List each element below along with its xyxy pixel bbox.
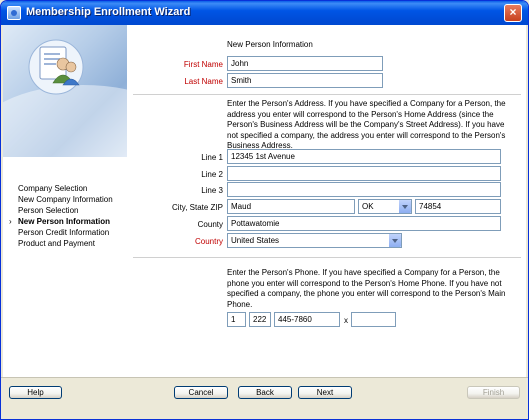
phone-area-code-input[interactable] (249, 312, 271, 327)
form-panel: New Person Information First Name Last N… (127, 25, 526, 377)
county-label: County (197, 220, 223, 229)
state-value: OK (362, 202, 374, 211)
step-person-selection: Person Selection (18, 206, 79, 215)
address-line2-input[interactable] (227, 166, 501, 181)
address-instructions: Enter the Person's Address. If you have … (227, 99, 506, 150)
country-label: Country (194, 237, 223, 246)
last-name-input[interactable] (227, 73, 383, 88)
country-select[interactable]: United States (227, 233, 402, 248)
chevron-down-icon[interactable] (398, 200, 411, 213)
help-button[interactable]: Help (9, 386, 62, 399)
chevron-down-icon[interactable] (388, 234, 401, 247)
button-bar: Help Cancel Back Next Finish (1, 377, 528, 419)
finish-button-label: Finish (482, 388, 505, 397)
back-button[interactable]: Back (238, 386, 292, 399)
close-button[interactable]: × (504, 4, 522, 22)
state-select[interactable]: OK (358, 199, 412, 214)
address-line1-input[interactable] (227, 149, 501, 164)
line1-label: Line 1 (201, 153, 223, 162)
first-name-input[interactable] (227, 56, 383, 71)
county-input[interactable] (227, 216, 501, 231)
membership-people-icon (28, 39, 84, 95)
address-line3-input[interactable] (227, 182, 501, 197)
section-title: New Person Information (227, 40, 313, 49)
line2-label: Line 2 (201, 170, 223, 179)
next-button-label: Next (316, 388, 334, 397)
city-state-zip-label: City, State ZIP (172, 203, 223, 212)
current-step-arrow-icon: › (9, 217, 12, 226)
help-button-label: Help (27, 388, 44, 397)
step-new-company-information: New Company Information (18, 195, 113, 204)
sidebar-banner (3, 25, 127, 157)
divider (133, 94, 521, 95)
step-product-and-payment: Product and Payment (18, 239, 95, 248)
extension-label: x (344, 316, 348, 325)
window-title: Membership Enrollment Wizard (26, 6, 191, 18)
cancel-button[interactable]: Cancel (174, 386, 228, 399)
step-person-credit-information: Person Credit Information (18, 228, 110, 237)
divider (133, 257, 521, 258)
phone-extension-input[interactable] (351, 312, 396, 327)
next-button[interactable]: Next (298, 386, 352, 399)
close-icon: × (509, 5, 517, 19)
country-value: United States (231, 236, 280, 245)
app-icon (7, 6, 21, 20)
line3-label: Line 3 (201, 186, 223, 195)
phone-country-code-input[interactable] (227, 312, 246, 327)
phone-instructions: Enter the Person's Phone. If you have sp… (227, 268, 506, 309)
wizard-body: Company Selection New Company Informatio… (3, 25, 526, 377)
last-name-label: Last Name (184, 77, 223, 86)
first-name-label: First Name (183, 60, 223, 69)
city-input[interactable] (227, 199, 355, 214)
zip-input[interactable] (415, 199, 501, 214)
phone-number-input[interactable] (274, 312, 340, 327)
sidebar: Company Selection New Company Informatio… (3, 25, 127, 377)
wizard-window: Membership Enrollment Wizard × Company S… (0, 0, 529, 420)
cancel-button-label: Cancel (188, 388, 214, 397)
step-new-person-information: New Person Information (18, 217, 111, 226)
finish-button: Finish (467, 386, 520, 399)
step-company-selection: Company Selection (18, 184, 88, 193)
back-button-label: Back (256, 388, 274, 397)
title-bar[interactable]: Membership Enrollment Wizard × (1, 1, 528, 25)
